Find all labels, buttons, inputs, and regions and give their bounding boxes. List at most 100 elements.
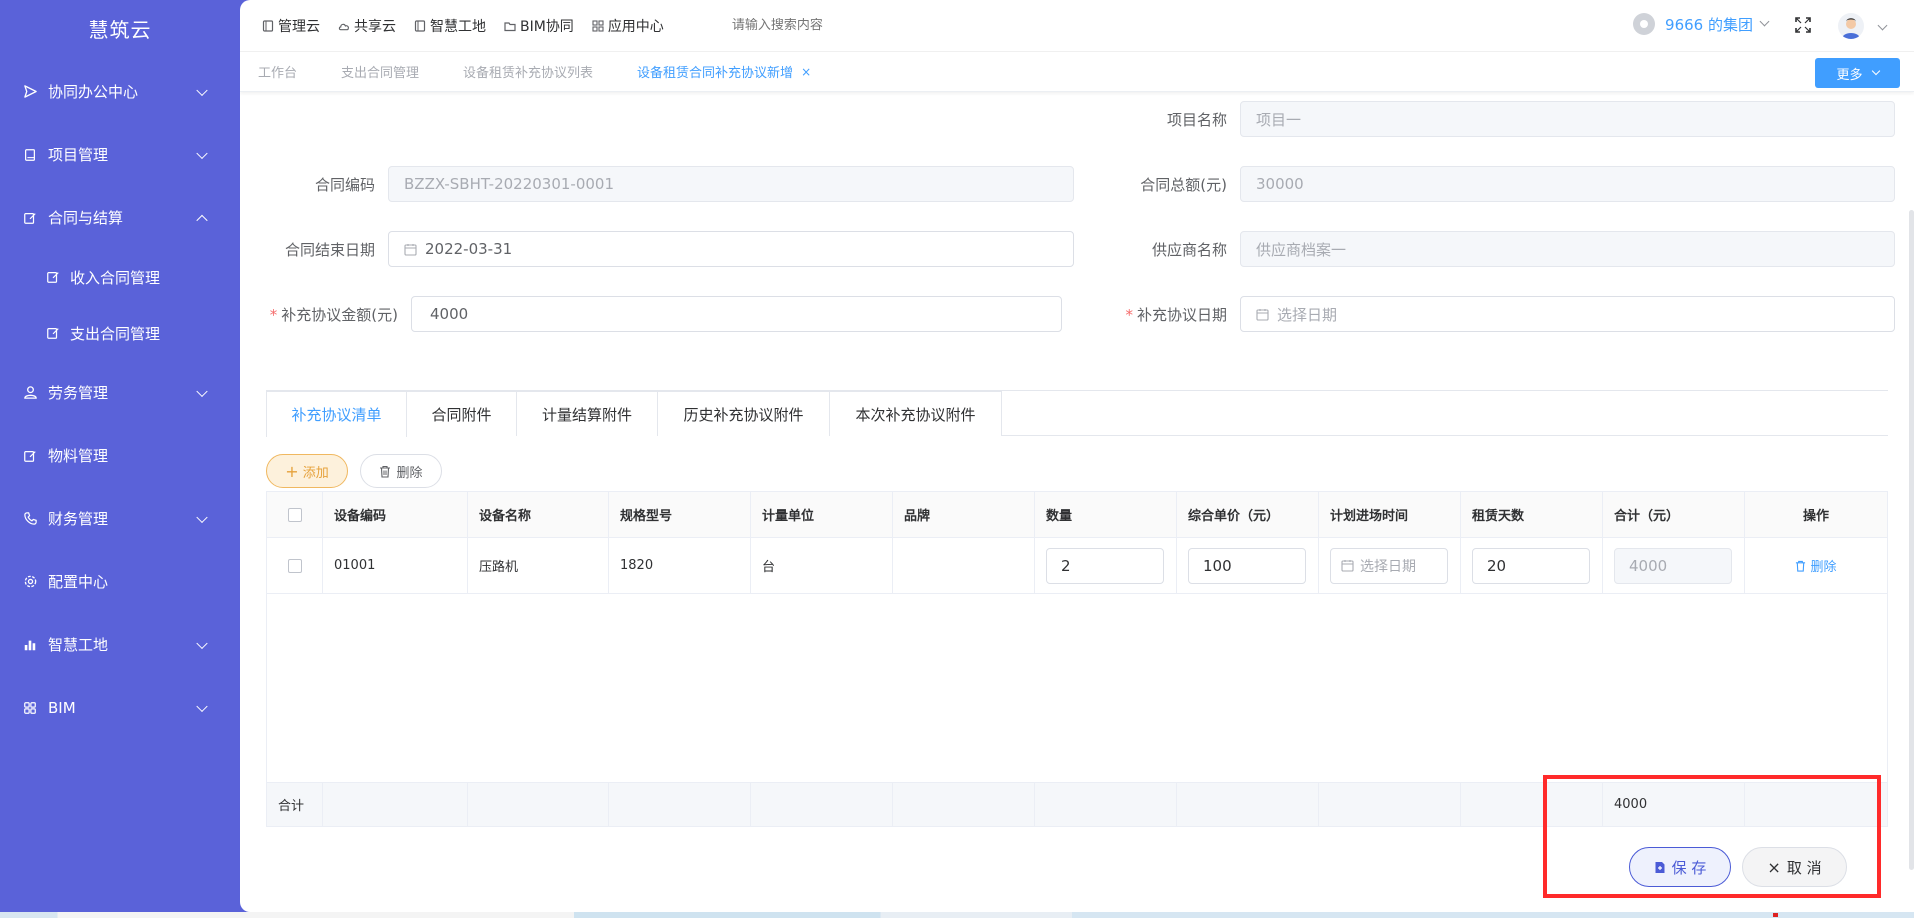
- footer-total: 4000: [1603, 783, 1745, 826]
- chevron-down-icon: [196, 700, 208, 712]
- page-tabs: 工作台 支出合同管理 设备租赁补充协议列表 设备租赁合同补充协议新增 × 更多: [240, 52, 1914, 92]
- field-value: BZZX-SBHT-20220301-0001: [404, 175, 615, 193]
- column-header[interactable]: 设备编码: [323, 492, 468, 537]
- calendar-icon: [404, 243, 417, 256]
- more-button[interactable]: 更多: [1815, 58, 1900, 88]
- tab-rental-supp-list[interactable]: 设备租赁补充协议列表: [463, 62, 593, 81]
- form-item-contract-total: 合同总额(元) 30000: [1010, 166, 1895, 202]
- sidebar-item-labor-mgmt[interactable]: 劳务管理: [0, 361, 240, 424]
- sidebar-item-smart-site[interactable]: 智慧工地: [0, 613, 240, 676]
- nav-smart-site[interactable]: 智慧工地: [414, 16, 486, 36]
- column-header[interactable]: 数量: [1035, 492, 1177, 537]
- contract-code-label: 合同编码: [314, 175, 375, 194]
- edit-icon: [22, 448, 38, 464]
- sidebar-item-collab-office[interactable]: 协同办公中心: [0, 60, 240, 123]
- column-header[interactable]: 合计（元）: [1603, 492, 1745, 537]
- column-header[interactable]: 规格型号: [609, 492, 751, 537]
- supp-amount-input[interactable]: 4000: [411, 296, 1062, 332]
- column-header[interactable]: 设备名称: [468, 492, 609, 537]
- row-delete-button[interactable]: 删除: [1795, 556, 1837, 575]
- tab-label: 计量结算附件: [541, 405, 632, 424]
- qty-input[interactable]: 2: [1046, 547, 1164, 584]
- doc-icon: [414, 19, 426, 32]
- grid-icon: [22, 700, 38, 716]
- sidebar-item-expense-contract[interactable]: 支出合同管理: [0, 305, 240, 361]
- sidebar-item-config-center[interactable]: 配置中心: [0, 550, 240, 613]
- column-header[interactable]: 品牌: [893, 492, 1035, 537]
- edit-icon: [45, 326, 60, 341]
- group-name: 9666 的集团: [1665, 15, 1753, 34]
- os-taskbar-strip: [0, 912, 1914, 918]
- sidebar-item-label: 劳务管理: [48, 384, 109, 402]
- global-search-input[interactable]: [731, 18, 932, 33]
- chevron-down-icon: [196, 637, 208, 649]
- column-header[interactable]: 租赁天数: [1461, 492, 1603, 537]
- select-all-checkbox[interactable]: [287, 507, 302, 522]
- close-icon[interactable]: ×: [801, 65, 811, 79]
- sidebar-item-label: 协同办公中心: [48, 83, 139, 101]
- row-checkbox[interactable]: [287, 558, 302, 573]
- nav-shared-cloud[interactable]: 共享云: [338, 16, 396, 36]
- cloud-icon: [338, 20, 350, 32]
- footer-cell: [1461, 783, 1603, 826]
- column-header[interactable]: 计划进场时间: [1319, 492, 1461, 537]
- vertical-scrollbar[interactable]: [1909, 210, 1914, 870]
- tab-settlement-attachments[interactable]: 计量结算附件: [516, 391, 658, 436]
- sidebar-item-label: BIM: [48, 698, 76, 717]
- footer-cell: [1745, 783, 1887, 826]
- user-icon: [22, 385, 38, 401]
- sidebar-item-finance-mgmt[interactable]: 财务管理: [0, 487, 240, 550]
- footer-cell: [1035, 783, 1177, 826]
- contract-end-date-picker[interactable]: 2022-03-31: [388, 231, 1074, 267]
- nav-app-center[interactable]: 应用中心: [592, 16, 664, 36]
- avatar[interactable]: [1838, 13, 1864, 39]
- tab-expense-contract[interactable]: 支出合同管理: [341, 62, 419, 81]
- field-value: 项目一: [1256, 110, 1302, 129]
- sidebar-item-contract-settlement[interactable]: 合同与结算: [0, 186, 240, 249]
- tab-label: 历史补充协议附件: [683, 405, 804, 424]
- chevron-down-icon: [1759, 16, 1770, 26]
- nav-management-cloud[interactable]: 管理云: [262, 16, 320, 36]
- delete-rows-button[interactable]: 删除: [360, 454, 442, 488]
- chevron-down-icon[interactable]: [1877, 20, 1888, 31]
- tab-current-supp-attachments[interactable]: 本次补充协议附件: [829, 391, 1002, 436]
- sidebar-item-bim[interactable]: BIM: [0, 676, 240, 739]
- supp-date-picker[interactable]: 选择日期: [1240, 296, 1895, 332]
- tab-label: 支出合同管理: [341, 66, 420, 81]
- column-header[interactable]: 操作: [1745, 492, 1887, 537]
- column-header[interactable]: 计量单位: [751, 492, 893, 537]
- sidebar-item-label: 合同与结算: [48, 209, 124, 227]
- footer-cell: [1177, 783, 1319, 826]
- cell-unit: 台: [751, 538, 893, 593]
- doc-icon: [262, 19, 274, 32]
- calendar-icon: [1256, 308, 1269, 321]
- nav-bim-collab[interactable]: BIM协同: [504, 16, 574, 36]
- footer-cell: [323, 783, 468, 826]
- project-name-label: 项目名称: [1166, 110, 1227, 129]
- sidebar-item-material-mgmt[interactable]: 物料管理: [0, 424, 240, 487]
- send-icon: [22, 84, 38, 100]
- tab-supp-list[interactable]: 补充协议清单: [266, 391, 407, 437]
- tab-history-supp-attachments[interactable]: 历史补充协议附件: [657, 391, 830, 436]
- project-name-field: 项目一: [1240, 101, 1895, 137]
- sidebar-item-income-contract[interactable]: 收入合同管理: [0, 249, 240, 305]
- days-input[interactable]: 20: [1472, 547, 1590, 584]
- cell-name: 压路机: [468, 538, 609, 593]
- group-selector[interactable]: 9666 的集团: [1633, 13, 1770, 35]
- nav-link-label: 应用中心: [607, 18, 664, 35]
- cancel-button[interactable]: × 取 消: [1742, 847, 1847, 887]
- tab-rental-supp-new[interactable]: 设备租赁合同补充协议新增 ×: [637, 62, 811, 82]
- tab-contract-attachments[interactable]: 合同附件: [406, 391, 517, 436]
- price-input[interactable]: 100: [1188, 547, 1306, 584]
- add-row-button[interactable]: + 添加: [266, 454, 348, 488]
- entry-date-picker[interactable]: 选择日期: [1330, 547, 1448, 584]
- sidebar-item-label: 支出合同管理: [70, 324, 161, 343]
- detail-tabs: 补充协议清单 合同附件 计量结算附件 历史补充协议附件 本次补充协议附件: [266, 390, 1888, 437]
- sidebar-item-project-mgmt[interactable]: 项目管理: [0, 123, 240, 186]
- save-button[interactable]: 保 存: [1629, 847, 1731, 887]
- tab-workbench[interactable]: 工作台: [258, 62, 297, 81]
- fullscreen-icon[interactable]: [1794, 16, 1812, 34]
- sidebar-item-label: 财务管理: [48, 510, 109, 528]
- chevron-down-icon: [1871, 66, 1880, 76]
- column-header[interactable]: 综合单价（元）: [1177, 492, 1319, 537]
